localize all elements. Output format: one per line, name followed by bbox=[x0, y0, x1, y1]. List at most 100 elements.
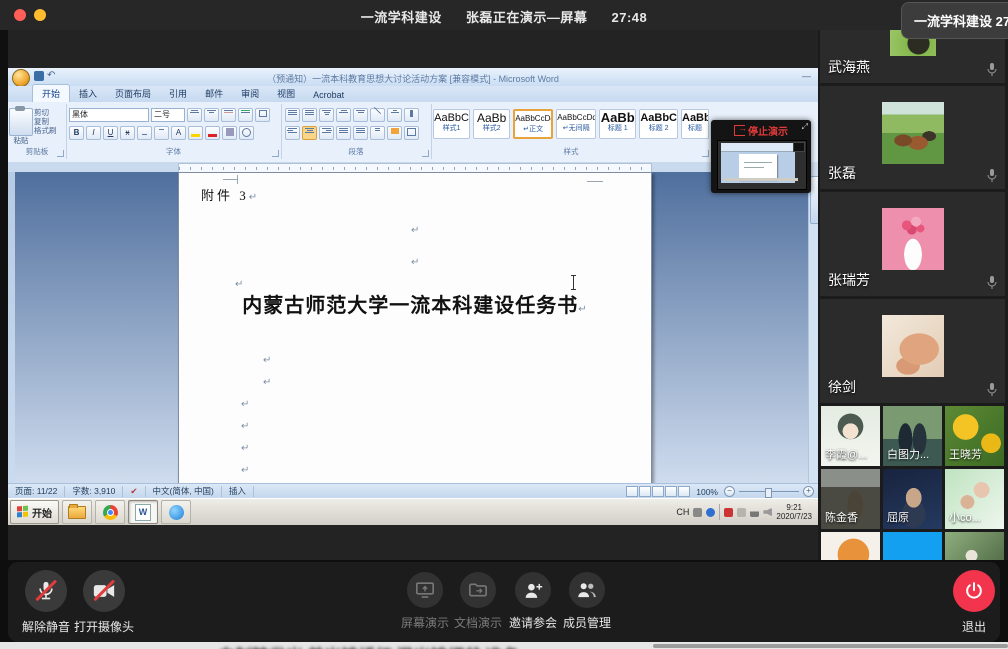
participant-tile[interactable]: 王晓芳 bbox=[945, 406, 1004, 466]
tab-references[interactable]: 引用 bbox=[160, 85, 196, 102]
tab-page-layout[interactable]: 页面布局 bbox=[106, 85, 160, 102]
style-card-heading1[interactable]: AaBb 标题 1 bbox=[599, 109, 636, 139]
document-page[interactable]: 附件 3↵ ↵ ↵ ↵ 内蒙古师范大学一流本科建设任务书↵ ↵ ↵ ↵ ↵ ↵ … bbox=[178, 172, 652, 483]
view-fullscreen-icon[interactable] bbox=[639, 486, 651, 497]
strikethrough-button[interactable]: x bbox=[120, 126, 135, 140]
chrome-taskbar-icon[interactable] bbox=[95, 500, 125, 524]
style-card-normal[interactable]: AaBbCcDd ↵正文 bbox=[513, 109, 553, 139]
character-border-icon[interactable] bbox=[255, 108, 270, 122]
word-window-controls[interactable]: — bbox=[802, 71, 814, 81]
participant-tile[interactable]: 小co... bbox=[945, 469, 1004, 529]
superscript-icon[interactable] bbox=[154, 126, 169, 140]
italic-button[interactable]: I bbox=[86, 126, 101, 140]
font-dialog-launcher[interactable] bbox=[272, 150, 279, 157]
volume-tray-icon[interactable] bbox=[763, 508, 772, 517]
align-left-icon[interactable] bbox=[285, 126, 300, 140]
view-print-layout-icon[interactable] bbox=[626, 486, 638, 497]
tab-insert[interactable]: 插入 bbox=[70, 85, 106, 102]
zoom-in-icon[interactable]: + bbox=[803, 486, 814, 497]
expand-icon[interactable]: ⤢ bbox=[802, 122, 808, 132]
style-card-1[interactable]: AaBbC 样式1 bbox=[433, 109, 470, 139]
stop-presenting-button[interactable]: 停止演示 bbox=[711, 123, 811, 138]
paste-label[interactable]: 粘贴 bbox=[8, 136, 34, 145]
zoom-slider[interactable] bbox=[739, 491, 799, 492]
tab-home[interactable]: 开始 bbox=[32, 84, 70, 102]
zoom-out-icon[interactable]: − bbox=[724, 486, 735, 497]
zoom-level[interactable]: 100% bbox=[696, 487, 718, 497]
decrease-indent-icon[interactable] bbox=[336, 108, 351, 122]
word-taskbar-icon[interactable]: W bbox=[128, 500, 158, 524]
exit-control[interactable]: 退出 bbox=[936, 570, 1008, 635]
paste-icon[interactable] bbox=[9, 108, 33, 136]
minimize-icon[interactable]: — bbox=[802, 71, 814, 81]
tab-review[interactable]: 审阅 bbox=[232, 85, 268, 102]
vertical-ruler[interactable] bbox=[8, 172, 15, 483]
format-painter-button[interactable]: 格式刷 bbox=[34, 126, 57, 135]
participant-tile[interactable]: 屈原 bbox=[883, 469, 942, 529]
security-tray-icon[interactable] bbox=[724, 508, 733, 517]
bullets-icon[interactable] bbox=[285, 108, 300, 122]
align-right-icon[interactable] bbox=[319, 126, 334, 140]
view-web-icon[interactable] bbox=[652, 486, 664, 497]
page-indicator[interactable]: 页面: 11/22 bbox=[8, 486, 65, 497]
justify-icon[interactable] bbox=[336, 126, 351, 140]
align-center-icon[interactable] bbox=[302, 126, 317, 140]
horizontal-ruler[interactable] bbox=[8, 162, 808, 172]
change-case-button[interactable]: A bbox=[171, 126, 186, 140]
language-indicator[interactable]: 中文(简体, 中国) bbox=[146, 486, 222, 497]
multilevel-list-icon[interactable] bbox=[319, 108, 334, 122]
participant-tile[interactable]: 李霞@... bbox=[821, 406, 880, 466]
clear-formatting-icon[interactable] bbox=[221, 108, 236, 122]
copy-button[interactable]: 复制 bbox=[34, 117, 57, 126]
participant-tile[interactable]: 白图力... bbox=[883, 406, 942, 466]
members-control[interactable]: 成员管理 bbox=[549, 572, 625, 631]
participant-tile[interactable]: 张磊 bbox=[820, 86, 1005, 189]
paragraph-dialog-launcher[interactable] bbox=[422, 150, 429, 157]
start-button[interactable]: 开始 bbox=[10, 500, 59, 524]
style-card-heading3[interactable]: AaBb 标题 bbox=[681, 109, 709, 139]
view-outline-icon[interactable] bbox=[665, 486, 677, 497]
distribute-icon[interactable] bbox=[353, 126, 368, 140]
style-card-2[interactable]: AaBb 样式2 bbox=[473, 109, 510, 139]
spellcheck-icon[interactable]: ✔ bbox=[123, 486, 145, 497]
participant-tile[interactable]: 陈金香 bbox=[821, 469, 880, 529]
word-count[interactable]: 字数: 3,910 bbox=[65, 486, 123, 497]
language-bar[interactable]: CH bbox=[676, 507, 689, 517]
insert-mode[interactable]: 插入 bbox=[222, 486, 254, 497]
taskbar-clock[interactable]: 9:21 2020/7/23 bbox=[776, 503, 812, 521]
style-card-heading2[interactable]: AaBbC 标题 2 bbox=[639, 109, 678, 139]
borders-icon[interactable] bbox=[404, 126, 419, 140]
bold-button[interactable]: B bbox=[69, 126, 84, 140]
clipboard-dialog-launcher[interactable] bbox=[57, 150, 64, 157]
asian-layout-icon[interactable] bbox=[370, 108, 385, 122]
keyboard-tray-icon[interactable] bbox=[693, 508, 702, 517]
character-shading-icon[interactable] bbox=[222, 126, 237, 140]
view-draft-icon[interactable] bbox=[678, 486, 690, 497]
highlight-color-icon[interactable] bbox=[188, 126, 203, 140]
network-tray-icon[interactable] bbox=[750, 508, 759, 517]
style-card-no-spacing[interactable]: AaBbCcDd ↵无间隔 bbox=[556, 109, 596, 139]
cut-button[interactable]: 剪切 bbox=[34, 108, 57, 117]
clipboard-tray-icon[interactable] bbox=[737, 508, 746, 517]
font-size-combobox[interactable]: 二号 bbox=[151, 108, 185, 122]
subscript-icon[interactable] bbox=[137, 126, 152, 140]
camera-control[interactable]: 打开摄像头 bbox=[66, 570, 142, 635]
increase-indent-icon[interactable] bbox=[353, 108, 368, 122]
styles-dialog-launcher[interactable] bbox=[702, 150, 709, 157]
phonetic-guide-icon[interactable] bbox=[238, 108, 253, 122]
enclose-characters-icon[interactable] bbox=[239, 126, 254, 140]
sort-icon[interactable] bbox=[387, 108, 402, 122]
participant-tile[interactable] bbox=[821, 532, 880, 560]
numbering-icon[interactable] bbox=[302, 108, 317, 122]
line-spacing-icon[interactable] bbox=[370, 126, 385, 140]
meeting-app-taskbar-icon[interactable] bbox=[161, 500, 191, 524]
grow-font-icon[interactable] bbox=[187, 108, 202, 122]
participant-tile[interactable] bbox=[883, 532, 942, 560]
shading-icon[interactable] bbox=[387, 126, 402, 140]
file-explorer-taskbar-icon[interactable] bbox=[62, 500, 92, 524]
participant-tile[interactable]: 徐剑 bbox=[820, 299, 1005, 403]
help-tray-icon[interactable] bbox=[706, 508, 715, 517]
tab-acrobat[interactable]: Acrobat bbox=[304, 88, 353, 102]
shrink-font-icon[interactable] bbox=[204, 108, 219, 122]
participant-tile[interactable] bbox=[945, 532, 1004, 560]
